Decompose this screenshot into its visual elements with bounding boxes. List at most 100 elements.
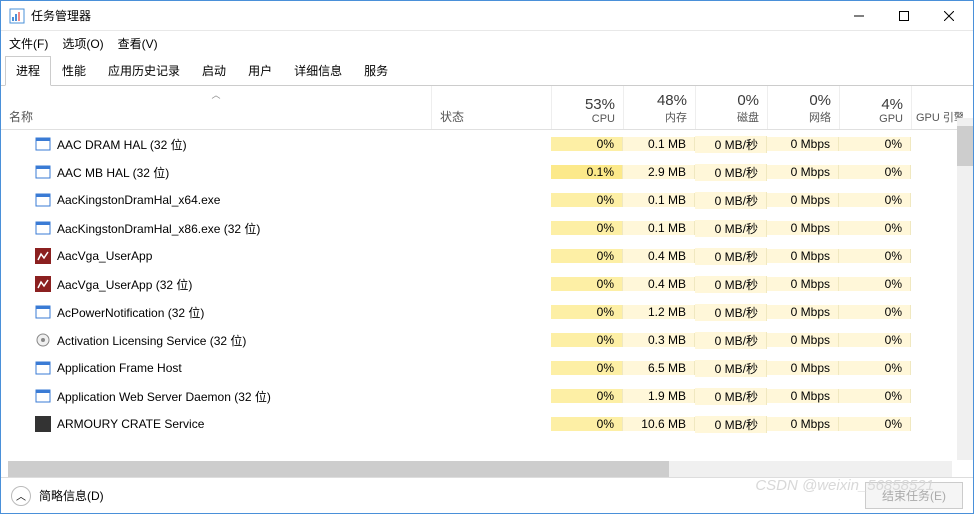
table-row[interactable]: AacKingstonDramHal_x86.exe (32 位) 0% 0.1 M…: [1, 214, 973, 242]
process-cpu-cell: 0%: [551, 361, 623, 375]
table-body[interactable]: AAC DRAM HAL (32 位)0%0.1 MB0 MB/秒0 Mbps0…: [1, 130, 973, 477]
process-cpu-cell: 0%: [551, 137, 623, 151]
horizontal-scrollbar-thumb[interactable]: [8, 461, 669, 477]
process-cpu-cell: 0%: [551, 193, 623, 207]
column-cpu[interactable]: 53%CPU: [551, 86, 623, 129]
process-name-cell: AacKingstonDramHal_x86.exe (32 位): [1, 220, 431, 237]
close-button[interactable]: [926, 2, 971, 30]
table-row[interactable]: AcPowerNotification (32 位)0%1.2 MB0 MB/秒…: [1, 298, 973, 326]
memory-label: 内存: [632, 109, 687, 125]
vertical-scrollbar[interactable]: [957, 118, 973, 460]
horizontal-scrollbar[interactable]: [8, 461, 952, 477]
process-memory-cell: 0.4 MB: [623, 249, 695, 263]
column-network[interactable]: 0%网络: [767, 86, 839, 129]
table-row[interactable]: AAC MB HAL (32 位)0.1%2.9 MB0 MB/秒0 Mbps0…: [1, 158, 973, 186]
process-table: ︿ 名称 状态 53%CPU 48%内存 0%磁盘 0%网络 4%GPU GPU…: [1, 86, 973, 477]
table-row[interactable]: AacKingstonDramHal_x64.exe 0%0.1 MB0 MB/秒…: [1, 186, 973, 214]
process-network-cell: 0 Mbps: [767, 305, 839, 319]
process-icon: [35, 388, 51, 404]
tab-6[interactable]: 服务: [353, 56, 399, 85]
process-network-cell: 0 Mbps: [767, 137, 839, 151]
tab-1[interactable]: 性能: [51, 56, 97, 85]
gpu-percent: 4%: [848, 96, 903, 113]
menu-file[interactable]: 文件(F): [9, 35, 48, 52]
menu-options[interactable]: 选项(O): [62, 35, 103, 52]
tab-3[interactable]: 启动: [191, 56, 237, 85]
titlebar[interactable]: 任务管理器: [1, 1, 973, 31]
column-gpu[interactable]: 4%GPU: [839, 86, 911, 129]
process-network-cell: 0 Mbps: [767, 389, 839, 403]
process-memory-cell: 2.9 MB: [623, 165, 695, 179]
process-cpu-cell: 0%: [551, 389, 623, 403]
process-network-cell: 0 Mbps: [767, 193, 839, 207]
process-disk-cell: 0 MB/秒: [695, 416, 767, 433]
minimize-button[interactable]: [836, 2, 881, 30]
table-header: ︿ 名称 状态 53%CPU 48%内存 0%磁盘 0%网络 4%GPU GPU…: [1, 86, 973, 130]
process-network-cell: 0 Mbps: [767, 249, 839, 263]
tab-5[interactable]: 详细信息: [283, 56, 353, 85]
process-memory-cell: 0.1 MB: [623, 193, 695, 207]
column-status[interactable]: 状态: [431, 86, 551, 129]
process-icon: [35, 248, 51, 264]
column-memory[interactable]: 48%内存: [623, 86, 695, 129]
table-row[interactable]: AAC DRAM HAL (32 位)0%0.1 MB0 MB/秒0 Mbps0…: [1, 130, 973, 158]
memory-percent: 48%: [632, 92, 687, 109]
process-cpu-cell: 0.1%: [551, 165, 623, 179]
process-disk-cell: 0 MB/秒: [695, 276, 767, 293]
process-memory-cell: 0.1 MB: [623, 137, 695, 151]
table-row[interactable]: ARMOURY CRATE Service0%10.6 MB0 MB/秒0 Mb…: [1, 410, 973, 438]
tabbar: 进程性能应用历史记录启动用户详细信息服务: [1, 56, 973, 86]
end-task-button[interactable]: 结束任务(E): [865, 482, 963, 509]
column-disk[interactable]: 0%磁盘: [695, 86, 767, 129]
menu-view[interactable]: 查看(V): [118, 35, 158, 52]
table-row[interactable]: Application Web Server Daemon (32 位)0%1.…: [1, 382, 973, 410]
process-icon: [35, 276, 51, 292]
column-name-label: 名称: [9, 108, 33, 125]
process-cpu-cell: 0%: [551, 249, 623, 263]
window-title: 任务管理器: [31, 7, 836, 24]
process-name-cell: Application Frame Host: [1, 360, 431, 376]
process-cpu-cell: 0%: [551, 417, 623, 431]
fewer-details-label[interactable]: 简略信息(D): [39, 487, 104, 504]
process-name-cell: AacVga_UserApp: [1, 248, 431, 264]
process-memory-cell: 1.9 MB: [623, 389, 695, 403]
table-row[interactable]: AacVga_UserApp0%0.4 MB0 MB/秒0 Mbps0%: [1, 242, 973, 270]
process-name: AacVga_UserApp: [57, 249, 152, 263]
tab-4[interactable]: 用户: [237, 56, 283, 85]
column-name[interactable]: ︿ 名称: [1, 86, 431, 129]
process-icon: [35, 136, 51, 152]
table-row[interactable]: Application Frame Host0%6.5 MB0 MB/秒0 Mb…: [1, 354, 973, 382]
maximize-button[interactable]: [881, 2, 926, 30]
sort-indicator-icon: ︿: [211, 88, 220, 101]
process-name-cell: AacKingstonDramHal_x64.exe: [1, 192, 431, 208]
vertical-scrollbar-thumb[interactable]: [957, 126, 973, 166]
process-gpu-cell: 0%: [839, 389, 911, 403]
network-label: 网络: [776, 109, 831, 125]
process-icon: [35, 192, 51, 208]
cpu-label: CPU: [560, 113, 615, 125]
table-row[interactable]: AacVga_UserApp (32 位)0%0.4 MB0 MB/秒0 Mbp…: [1, 270, 973, 298]
process-name-cell: AAC MB HAL (32 位): [1, 164, 431, 181]
process-disk-cell: 0 MB/秒: [695, 192, 767, 209]
process-icon: [35, 360, 51, 376]
process-disk-cell: 0 MB/秒: [695, 332, 767, 349]
process-name: ARMOURY CRATE Service: [57, 417, 204, 431]
process-name: Application Frame Host: [57, 361, 182, 375]
column-status-label: 状态: [440, 108, 464, 125]
fewer-details-button[interactable]: ︿: [11, 486, 31, 506]
disk-percent: 0%: [704, 92, 759, 109]
process-name: Activation Licensing Service (32 位): [57, 332, 246, 349]
process-icon: [35, 304, 51, 320]
process-memory-cell: 0.1 MB: [623, 221, 695, 235]
process-gpu-cell: 0%: [839, 221, 911, 235]
process-network-cell: 0 Mbps: [767, 165, 839, 179]
gpu-label: GPU: [848, 113, 903, 125]
tab-0[interactable]: 进程: [5, 56, 51, 86]
tab-2[interactable]: 应用历史记录: [97, 56, 191, 85]
cpu-percent: 53%: [560, 96, 615, 113]
process-name: AacKingstonDramHal_x86.exe (32 位): [57, 220, 260, 237]
menubar: 文件(F) 选项(O) 查看(V): [1, 31, 973, 56]
process-name: AAC DRAM HAL (32 位): [57, 136, 187, 153]
table-row[interactable]: Activation Licensing Service (32 位)0%0.3…: [1, 326, 973, 354]
process-name: AacVga_UserApp (32 位): [57, 276, 192, 293]
